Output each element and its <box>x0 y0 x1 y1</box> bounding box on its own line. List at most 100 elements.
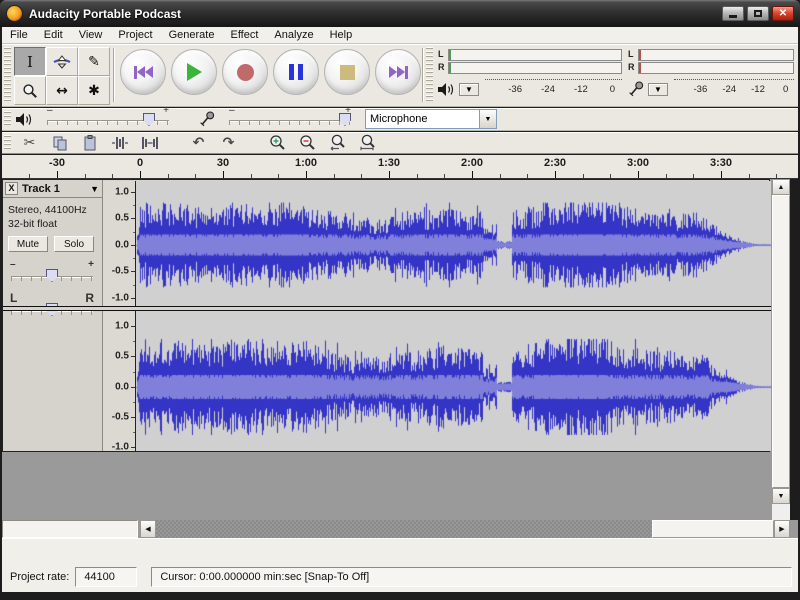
edit-gripper[interactable] <box>4 135 11 150</box>
close-button[interactable]: ✕ <box>772 6 794 21</box>
speaker-icon <box>438 82 454 96</box>
minimize-button[interactable] <box>722 6 744 21</box>
skip-to-start-button[interactable] <box>120 49 166 95</box>
copy-icon <box>53 136 66 150</box>
trim-outside-selection-button[interactable] <box>106 133 133 152</box>
ruler-tick <box>749 174 750 178</box>
fit-selection-button[interactable] <box>324 133 351 152</box>
menu-edit[interactable]: Edit <box>36 28 71 42</box>
vertical-scrollbar[interactable]: ▲ ▼ <box>772 179 790 520</box>
waveform-channel-right[interactable] <box>136 311 771 456</box>
pause-icon <box>289 64 303 80</box>
ruler-label: 1:30 <box>377 157 401 169</box>
project-rate-value[interactable]: 44100 <box>75 567 138 587</box>
stop-button[interactable] <box>324 49 370 95</box>
timeline-ruler[interactable]: -30 0 30 1:00 1:30 2:00 2:30 3:00 3:30 <box>2 155 798 179</box>
draw-tool-button[interactable]: ✎ <box>78 47 110 76</box>
amp-tick <box>133 432 135 433</box>
playback-meter-scale: -36 -24 -12 0 <box>485 79 622 99</box>
zoom-tool-button[interactable] <box>14 76 46 105</box>
play-button[interactable] <box>171 49 217 95</box>
zoom-out-button[interactable] <box>294 133 321 152</box>
playback-meter[interactable]: L R ▼ -36 -24 -12 0 <box>438 48 622 104</box>
playback-meter-dropdown[interactable]: ▼ <box>459 82 479 96</box>
ruler-tick <box>29 174 30 178</box>
menu-view[interactable]: View <box>71 28 111 42</box>
scroll-down-button[interactable]: ▼ <box>772 488 790 504</box>
amplitude-ruler-2[interactable]: 1.0 0.5 0.0 -0.5 -1.0 <box>103 311 136 453</box>
horizontal-scroll-thumb[interactable] <box>652 520 774 538</box>
horizontal-scrollbar[interactable]: ◀ ▶ <box>140 520 790 538</box>
scroll-left-button[interactable]: ◀ <box>140 520 156 538</box>
timeshift-tool-button[interactable]: ↔ <box>46 76 78 105</box>
ruler-label: 0 <box>136 157 144 169</box>
menu-help[interactable]: Help <box>322 28 361 42</box>
ibeam-icon: I <box>27 52 33 71</box>
amp-tick <box>131 417 135 418</box>
mute-button[interactable]: Mute <box>8 236 48 252</box>
recording-meter-dropdown[interactable]: ▼ <box>648 82 668 96</box>
ruler-tick <box>57 171 58 178</box>
silence-selection-button[interactable] <box>136 133 163 152</box>
waveform-canvas-left[interactable] <box>136 181 771 306</box>
copy-button[interactable] <box>46 133 73 152</box>
track: X Track 1 ▼ Stereo, 44100Hz 32-bit float… <box>2 179 771 453</box>
amp-tick <box>133 205 135 206</box>
track-header[interactable]: X Track 1 ▼ <box>3 180 102 198</box>
amp-label: -1.0 <box>111 292 129 304</box>
track-menu-arrow[interactable]: ▼ <box>90 184 102 194</box>
ruler-tick <box>251 174 252 178</box>
zoom-in-button[interactable] <box>264 133 291 152</box>
envelope-tool-button[interactable] <box>46 47 78 76</box>
input-volume-slider[interactable]: – + <box>229 105 351 126</box>
db-scale-label: -36 <box>693 84 708 95</box>
menu-effect[interactable]: Effect <box>222 28 266 42</box>
maximize-button[interactable] <box>747 6 769 21</box>
cut-button[interactable]: ✂ <box>16 133 43 152</box>
amp-tick <box>131 447 135 448</box>
multi-tool-button[interactable]: ✱ <box>78 76 110 105</box>
paste-button[interactable] <box>76 133 103 152</box>
solo-button[interactable]: Solo <box>54 236 94 252</box>
waveform-canvas-right[interactable] <box>136 311 771 451</box>
ruler-tick <box>417 174 418 178</box>
fit-project-button[interactable] <box>354 133 381 152</box>
magnifier-icon <box>23 83 37 98</box>
scroll-up-button[interactable]: ▲ <box>772 179 790 195</box>
mixer-gripper[interactable] <box>4 111 11 127</box>
vertical-scroll-thumb[interactable] <box>772 195 790 488</box>
input-source-value: Microphone <box>370 113 428 125</box>
scroll-right-button[interactable]: ▶ <box>774 520 790 538</box>
combo-arrow-button[interactable]: ▼ <box>479 110 496 128</box>
ruler-tick <box>721 171 722 178</box>
menu-generate[interactable]: Generate <box>161 28 223 42</box>
recording-meter[interactable]: L R ▼ -36 -24 -12 0 <box>628 48 794 104</box>
record-button[interactable] <box>222 49 268 95</box>
menu-file[interactable]: File <box>2 28 36 42</box>
skip-to-end-button[interactable] <box>375 49 421 95</box>
menu-project[interactable]: Project <box>110 28 160 42</box>
status-bar: Project rate: 44100 Cursor: 0:00.000000 … <box>2 562 798 592</box>
gain-slider[interactable]: – + <box>10 259 94 282</box>
redo-button[interactable]: ↷ <box>215 133 242 152</box>
amp-tick <box>133 372 135 373</box>
track-depth-info: 32-bit float <box>8 218 58 230</box>
output-volume-slider[interactable]: – + <box>47 105 169 126</box>
title-bar[interactable]: Audacity Portable Podcast ✕ <box>0 0 800 27</box>
amp-tick <box>133 232 135 233</box>
app-icon <box>6 5 23 22</box>
track-close-button[interactable]: X <box>5 182 18 195</box>
track-control-panel: X Track 1 ▼ Stereo, 44100Hz 32-bit float… <box>3 180 103 451</box>
amplitude-ruler-1[interactable]: 1.0 0.5 0.0 -0.5 -1.0 <box>103 181 136 306</box>
menu-analyze[interactable]: Analyze <box>266 28 321 42</box>
waveform-channel-left[interactable] <box>136 181 771 311</box>
meter-gripper[interactable] <box>426 47 433 103</box>
amp-tick <box>131 192 135 193</box>
pause-button[interactable] <box>273 49 319 95</box>
input-source-combo[interactable]: Microphone ▼ <box>365 109 497 129</box>
star-icon: ✱ <box>88 82 100 99</box>
chevron-down-icon: ▼ <box>654 84 662 94</box>
toolbar-gripper[interactable] <box>4 47 11 103</box>
selection-tool-button[interactable]: I <box>14 47 46 76</box>
undo-button[interactable]: ↶ <box>185 133 212 152</box>
